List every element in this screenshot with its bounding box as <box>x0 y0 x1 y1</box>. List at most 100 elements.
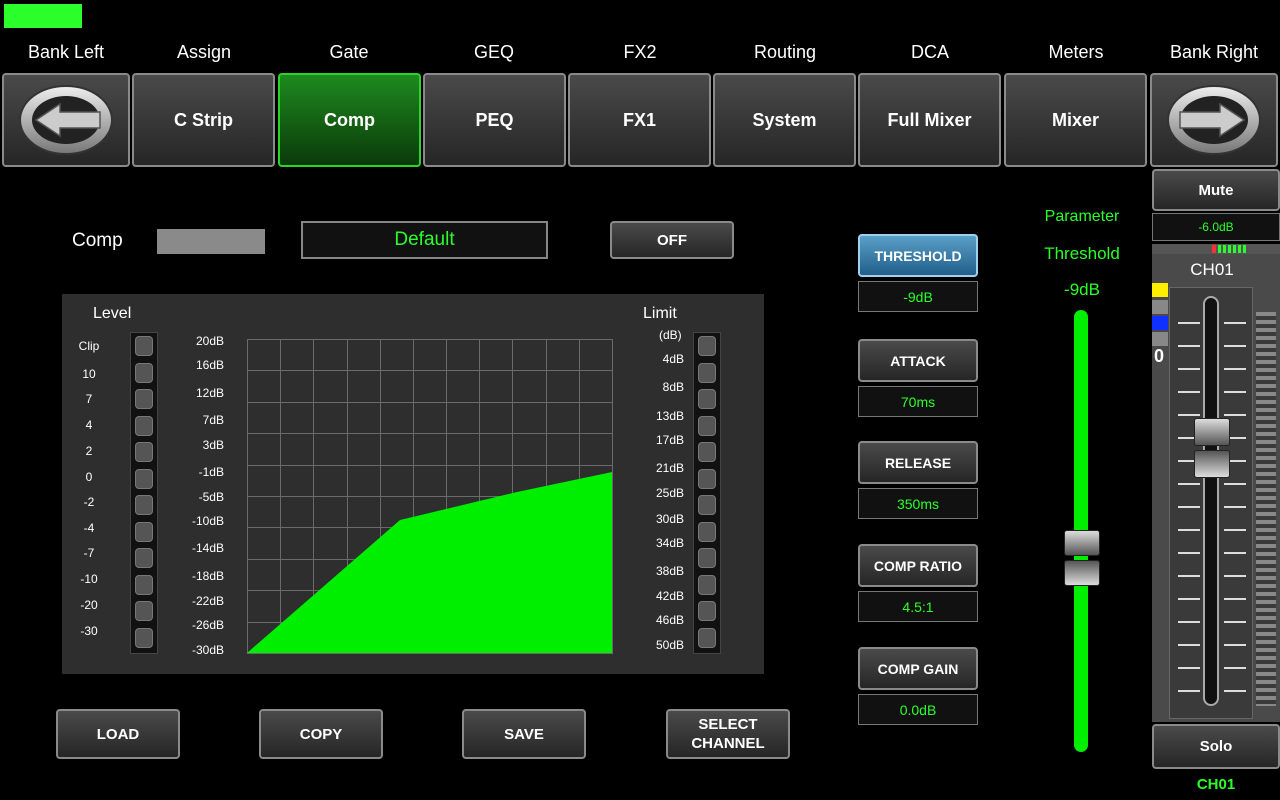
comp-gain-button[interactable]: COMP GAIN <box>858 647 978 690</box>
channel-color-gray-2 <box>1152 332 1168 346</box>
limit-meter-led <box>698 468 716 489</box>
limit-meter-led <box>698 389 716 409</box>
attack-button[interactable]: ATTACK <box>858 339 978 382</box>
limit-meter-led <box>698 601 716 621</box>
limit-scale-label: 21dB <box>655 461 684 475</box>
bank-left-button[interactable] <box>2 73 130 167</box>
parameter-name: Threshold <box>1044 244 1120 263</box>
level-meter-led <box>135 627 153 648</box>
fader-tick <box>1224 598 1246 600</box>
nav-c-strip-button[interactable]: C Strip <box>132 73 275 167</box>
label-geq: GEQ <box>473 42 514 62</box>
fader-tick <box>1224 506 1246 508</box>
y-scale-label: 3dB <box>202 438 224 452</box>
y-scale-label: 7dB <box>202 413 224 427</box>
fader-tick <box>1224 483 1246 485</box>
comp-off-button[interactable]: OFF <box>610 221 734 259</box>
save-button[interactable]: SAVE <box>462 709 586 759</box>
parameter-slider-knob[interactable] <box>1064 530 1100 587</box>
nav-full-mixer-button[interactable]: Full Mixer <box>858 73 1001 167</box>
level-scale-label: 2 <box>85 444 93 458</box>
y-scale-label: 16dB <box>195 358 224 372</box>
fader-tick <box>1178 391 1200 393</box>
limit-meter <box>693 332 721 654</box>
limit-meter-led <box>698 336 716 356</box>
level-meter-led <box>135 495 153 515</box>
y-scale-label: -5dB <box>198 490 224 504</box>
level-scale-label: -7 <box>83 546 95 560</box>
limit-scale-label: 30dB <box>655 512 684 526</box>
fader-tick <box>1224 621 1246 623</box>
fader-tick <box>1224 368 1246 370</box>
comp-ratio-button[interactable]: COMP RATIO <box>858 544 978 587</box>
fader-tick <box>1178 690 1200 692</box>
parameter-title: Parameter <box>1044 208 1120 225</box>
level-scale-label: Clip <box>78 339 100 353</box>
fader-tick <box>1224 644 1246 646</box>
nav-comp-button[interactable]: Comp <box>278 73 421 167</box>
preset-name-display[interactable]: Default <box>301 221 548 259</box>
limit-meter-led <box>698 627 716 648</box>
level-scale-label: -10 <box>80 572 98 586</box>
level-meter-led <box>135 574 153 595</box>
level-meter-led <box>135 389 153 409</box>
load-button[interactable]: LOAD <box>56 709 180 759</box>
level-meter-led <box>135 442 153 462</box>
limit-scale-label: 50dB <box>655 638 684 652</box>
fader-tick <box>1178 621 1200 623</box>
level-scale-label: 10 <box>82 367 96 381</box>
label-assign: Assign <box>176 42 232 62</box>
limit-scale-label: 17dB <box>655 433 684 447</box>
comp-label: Comp <box>72 230 123 251</box>
level-meter-led <box>135 362 153 383</box>
comp-screen: Bank Left Assign Gate GEQ FX2 Routing DC… <box>0 0 1280 800</box>
limit-scale-label: 4dB <box>662 352 684 366</box>
fader-tick <box>1178 575 1200 577</box>
release-button[interactable]: RELEASE <box>858 441 978 484</box>
level-scale-label: -4 <box>83 521 95 535</box>
status-indicator <box>4 4 82 28</box>
channel-meter-bar <box>1256 312 1276 706</box>
limit-scale-label: 42dB <box>655 589 684 603</box>
label-gate: Gate <box>329 42 369 62</box>
limit-scale-label: 46dB <box>655 613 684 627</box>
comp-color-swatch <box>157 229 265 254</box>
copy-button[interactable]: COPY <box>259 709 383 759</box>
limit-meter-led <box>698 415 716 436</box>
nav-mixer-button[interactable]: Mixer <box>1004 73 1147 167</box>
channel-level-display: -6.0dB <box>1152 213 1280 241</box>
mute-button[interactable]: Mute <box>1152 169 1280 211</box>
parameter-value: -9dB <box>1064 280 1100 299</box>
level-meter-led <box>135 415 153 436</box>
fader-tick <box>1178 644 1200 646</box>
y-scale-label: -14dB <box>191 541 224 555</box>
arrow-right-icon <box>1167 85 1261 155</box>
level-label: Level <box>93 305 132 322</box>
y-scale-label: -30dB <box>191 643 224 657</box>
bank-right-button[interactable] <box>1150 73 1278 167</box>
fader-tick <box>1178 598 1200 600</box>
fader-knob[interactable] <box>1194 417 1230 480</box>
limit-unit: (dB) <box>659 328 682 342</box>
threshold-button[interactable]: THRESHOLD <box>858 234 978 277</box>
nav-peq-button[interactable]: PEQ <box>423 73 566 167</box>
nav-fx1-button[interactable]: FX1 <box>568 73 711 167</box>
fader-tick <box>1224 552 1246 554</box>
channel-level-meter <box>1152 244 1280 254</box>
level-scale-label: 7 <box>85 392 93 406</box>
fader-track[interactable] <box>1203 296 1219 706</box>
fader-tick <box>1224 345 1246 347</box>
level-meter-led <box>135 548 153 568</box>
level-scale-label: -20 <box>80 598 98 612</box>
limit-scale-label: 13dB <box>655 409 684 423</box>
level-scale-label: -30 <box>80 624 98 638</box>
select-channel-button[interactable]: SELECT CHANNEL <box>666 709 790 759</box>
nav-system-button[interactable]: System <box>713 73 856 167</box>
level-meter-led <box>135 336 153 356</box>
fader-tick <box>1224 529 1246 531</box>
limit-meter-led <box>698 574 716 595</box>
limit-scale-label: 34dB <box>655 536 684 550</box>
level-meter-led <box>135 521 153 542</box>
comp-gain-value: 0.0dB <box>858 694 978 725</box>
solo-button[interactable]: Solo <box>1152 724 1280 769</box>
